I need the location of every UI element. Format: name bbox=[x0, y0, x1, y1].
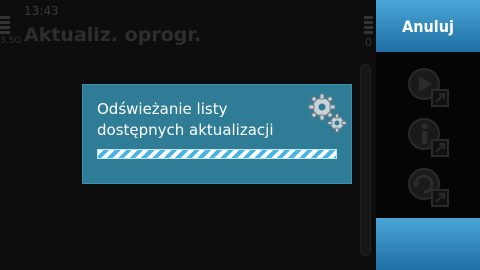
toolbar: Anuluj bbox=[376, 0, 480, 270]
signal-indicator bbox=[0, 16, 10, 38]
info-button[interactable] bbox=[396, 112, 460, 160]
status-time: 13:43 bbox=[24, 4, 59, 18]
gears-icon bbox=[308, 93, 347, 133]
progress-dialog: Odświeżanie listy dostępnych aktualizacj… bbox=[82, 84, 352, 184]
network-type-label: 3.5G bbox=[0, 36, 22, 46]
refresh-icon bbox=[408, 168, 449, 207]
play-icon bbox=[408, 68, 449, 107]
info-icon bbox=[408, 118, 449, 157]
cancel-button[interactable]: Anuluj bbox=[376, 0, 480, 52]
battery-label: 0 bbox=[365, 36, 372, 49]
app-title: Aktualiz. oprogr. bbox=[24, 24, 202, 46]
dialog-message-line1: Odświeżanie listy bbox=[97, 100, 228, 118]
progress-bar bbox=[97, 149, 337, 159]
play-button[interactable] bbox=[396, 62, 460, 110]
scrollbar[interactable] bbox=[360, 64, 371, 256]
softkey-button[interactable] bbox=[376, 218, 480, 270]
dialog-message: Odświeżanie listy dostępnych aktualizacj… bbox=[97, 99, 307, 141]
refresh-button[interactable] bbox=[396, 162, 460, 210]
dialog-message-line2: dostępnych aktualizacji bbox=[97, 121, 274, 139]
